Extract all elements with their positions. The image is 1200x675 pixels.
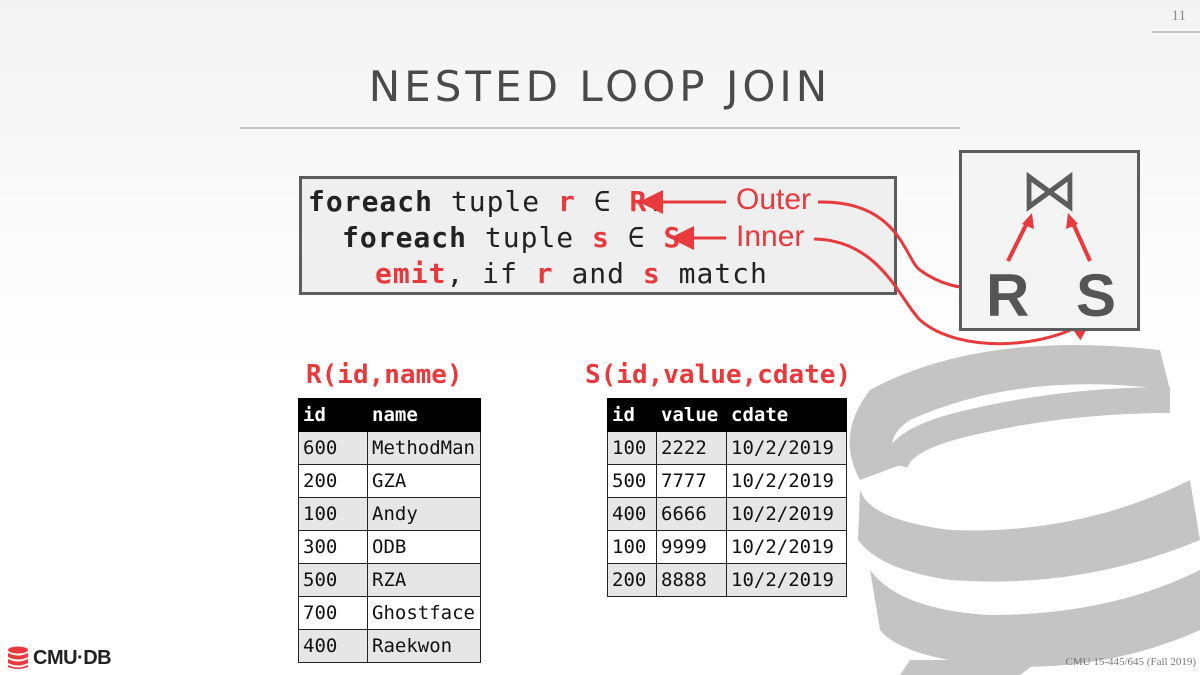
table-row: 100 9999 10/2/2019 xyxy=(607,530,847,564)
table-cell: 10/2/2019 xyxy=(726,530,847,564)
table-cell: 100 xyxy=(298,497,368,531)
table-row: 200 8888 10/2/2019 xyxy=(607,563,847,597)
join-right-relation: S xyxy=(1076,262,1117,329)
table-cell: 10/2/2019 xyxy=(726,431,847,465)
table-cell: RZA xyxy=(367,563,481,597)
cmu-db-logo: CMU·DB xyxy=(6,646,112,670)
table-row: 100 2222 10/2/2019 xyxy=(607,431,847,465)
table-cell: 600 xyxy=(298,431,368,465)
column-header-value: value xyxy=(656,398,727,432)
table-row: 200 GZA xyxy=(298,464,481,498)
table-row: 400 Raekwon xyxy=(298,629,481,663)
table-s-title: S(id,value,cdate) xyxy=(585,360,852,390)
inner-label: Inner xyxy=(736,220,805,253)
table-row: 400 6666 10/2/2019 xyxy=(607,497,847,531)
table-cell: 300 xyxy=(298,530,368,564)
table-cell: 2222 xyxy=(656,431,727,465)
logo-text: CMU·DB xyxy=(33,646,112,669)
column-header-id: id xyxy=(607,398,657,432)
table-cell: 700 xyxy=(298,596,368,630)
table-cell: GZA xyxy=(367,464,481,498)
table-cell: 7777 xyxy=(656,464,727,498)
table-header-row: id name xyxy=(298,398,481,432)
join-diagram: ⋈ R S xyxy=(959,150,1140,331)
table-cell: 10/2/2019 xyxy=(726,464,847,498)
table-cell: MethodMan xyxy=(367,431,481,465)
table-cell: 10/2/2019 xyxy=(726,497,847,531)
table-cell: 100 xyxy=(607,431,657,465)
table-cell: ODB xyxy=(367,530,481,564)
table-cell: 400 xyxy=(607,497,657,531)
table-cell: 6666 xyxy=(656,497,727,531)
table-row: 700 Ghostface xyxy=(298,596,481,630)
join-left-relation: R xyxy=(986,262,1030,329)
table-cell: Ghostface xyxy=(367,596,481,630)
table-cell: 100 xyxy=(607,530,657,564)
table-row: 300 ODB xyxy=(298,530,481,564)
table-cell: 500 xyxy=(298,563,368,597)
table-cell: 400 xyxy=(298,629,368,663)
column-header-name: name xyxy=(367,398,481,432)
table-row: 600 MethodMan xyxy=(298,431,481,465)
table-header-row: id value cdate xyxy=(607,398,847,432)
database-logo-icon xyxy=(8,646,28,669)
column-header-id: id xyxy=(298,398,368,432)
table-cell: 10/2/2019 xyxy=(726,563,847,597)
table-cell: 8888 xyxy=(656,563,727,597)
arrows-overlay xyxy=(639,190,1093,346)
table-r-title: R(id,name) xyxy=(306,360,463,390)
table-cell: Raekwon xyxy=(367,629,481,663)
footer-course: CMU 15-445/645 (Fall 2019) xyxy=(1065,656,1196,668)
table-row: 100 Andy xyxy=(298,497,481,531)
table-r: id name 600 MethodMan 200 GZA 100 Andy 300 ODB 5… xyxy=(298,398,481,663)
table-cell: 200 xyxy=(607,563,657,597)
outer-label: Outer xyxy=(736,183,812,216)
table-cell: Andy xyxy=(367,497,481,531)
column-header-cdate: cdate xyxy=(726,398,847,432)
table-row: 500 RZA xyxy=(298,563,481,597)
table-cell: 500 xyxy=(607,464,657,498)
table-s: id value cdate 100 2222 10/2/2019 500 7777 10… xyxy=(607,398,847,597)
table-cell: 9999 xyxy=(656,530,727,564)
table-cell: 200 xyxy=(298,464,368,498)
table-row: 500 7777 10/2/2019 xyxy=(607,464,847,498)
